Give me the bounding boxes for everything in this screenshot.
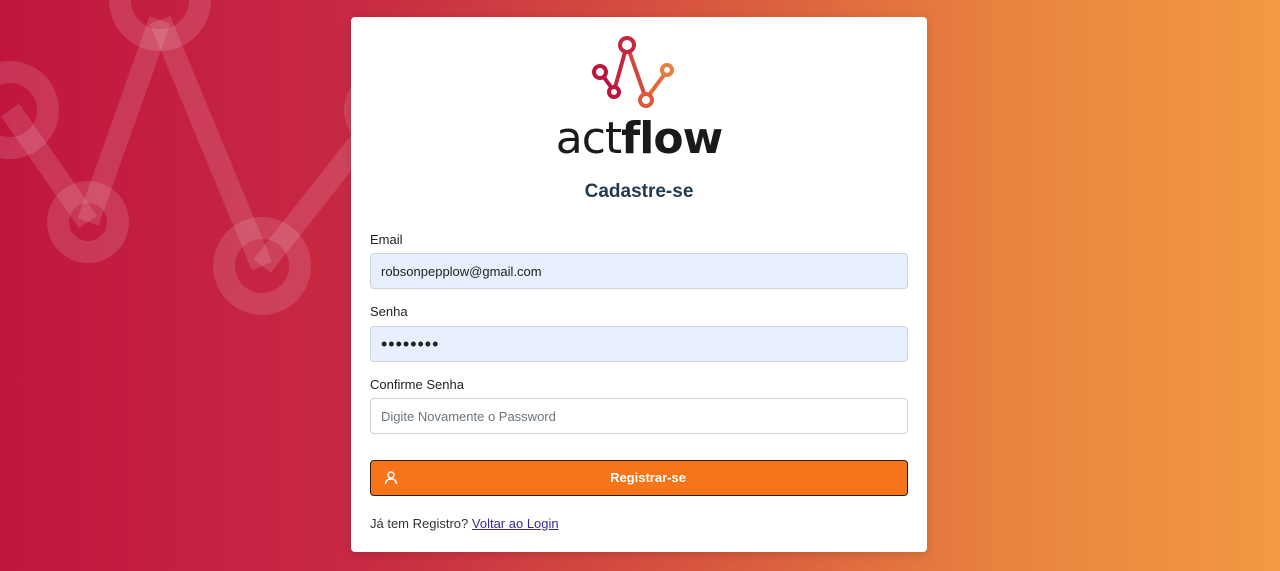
- brand-wordmark: actflow: [351, 113, 927, 165]
- confirm-password-field[interactable]: [370, 398, 908, 434]
- email-field[interactable]: [370, 253, 908, 289]
- user-icon: [384, 471, 398, 485]
- password-label: Senha: [370, 304, 408, 319]
- actflow-logo-icon: [592, 36, 674, 108]
- back-to-login-link[interactable]: Voltar ao Login: [472, 516, 559, 531]
- brand-name-light: act: [555, 113, 622, 164]
- login-prompt-text: Já tem Registro?: [370, 516, 469, 531]
- confirm-password-label: Confirme Senha: [370, 377, 464, 392]
- login-prompt: Já tem Registro? Voltar ao Login: [370, 516, 559, 531]
- register-card: actflow Cadastre-se Email Senha Confirme…: [351, 17, 927, 552]
- brand-name-bold: flow: [621, 113, 723, 164]
- register-button[interactable]: Registrar-se: [370, 460, 908, 496]
- email-label: Email: [370, 232, 403, 247]
- page-title: Cadastre-se: [584, 181, 694, 202]
- register-button-label: Registrar-se: [610, 470, 686, 485]
- password-field[interactable]: [370, 326, 908, 362]
